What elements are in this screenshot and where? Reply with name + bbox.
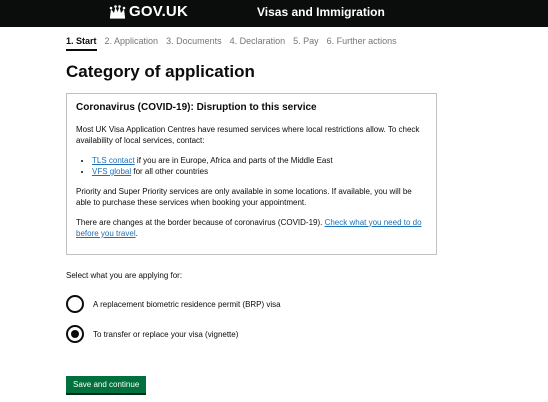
- notice-paragraph-2: Priority and Super Priority services are…: [76, 186, 412, 208]
- radio-button[interactable]: [66, 295, 84, 313]
- radio-button[interactable]: [66, 325, 84, 343]
- radio-option-brp[interactable]: A replacement biometric residence permit…: [66, 295, 281, 313]
- list-item-text: if you are in Europe, Africa and parts o…: [134, 155, 333, 165]
- vfs-global-link[interactable]: VFS global: [92, 167, 131, 176]
- notice-paragraph-1: Most UK Visa Application Centres have re…: [76, 124, 420, 146]
- notice-paragraph-3-text: There are changes at the border because …: [76, 217, 325, 227]
- list-item: TLS contact if you are in Europe, Africa…: [92, 155, 427, 167]
- step-start: 1. Start: [66, 36, 97, 51]
- site-header: GOV.UK Visas and Immigration: [0, 0, 548, 27]
- tls-contact-link[interactable]: TLS contact: [92, 156, 135, 165]
- step-documents: 3. Documents: [166, 36, 222, 46]
- radio-label: To transfer or replace your visa (vignet…: [93, 329, 239, 339]
- step-further-actions: 6. Further actions: [326, 36, 397, 46]
- save-and-continue-button[interactable]: Save and continue: [66, 376, 147, 393]
- step-application: 2. Application: [104, 36, 159, 46]
- list-item: VFS global for all other countries: [92, 166, 427, 178]
- service-name-link[interactable]: Visas and Immigration: [257, 5, 385, 19]
- crown-icon: [109, 5, 126, 19]
- radio-label: A replacement biometric residence permit…: [93, 299, 281, 309]
- notice-paragraph-3: There are changes at the border because …: [76, 217, 427, 240]
- govuk-logo-link[interactable]: GOV.UK: [129, 3, 188, 20]
- radio-option-vignette[interactable]: To transfer or replace your visa (vignet…: [66, 325, 238, 343]
- notice-paragraph-3-end: .: [135, 229, 138, 238]
- category-question: Select what you are applying for:: [66, 271, 183, 280]
- contact-list: TLS contact if you are in Europe, Africa…: [76, 155, 427, 178]
- page-title: Category of application: [66, 62, 255, 81]
- notice-heading: Coronavirus (COVID-19): Disruption to th…: [76, 102, 317, 113]
- covid-notice-panel: Coronavirus (COVID-19): Disruption to th…: [66, 93, 437, 255]
- step-pay: 5. Pay: [293, 36, 319, 46]
- progress-steps: 1. Start 2. Application 3. Documents 4. …: [66, 36, 405, 51]
- step-declaration: 4. Declaration: [229, 36, 286, 46]
- list-item-text: for all other countries: [131, 167, 209, 176]
